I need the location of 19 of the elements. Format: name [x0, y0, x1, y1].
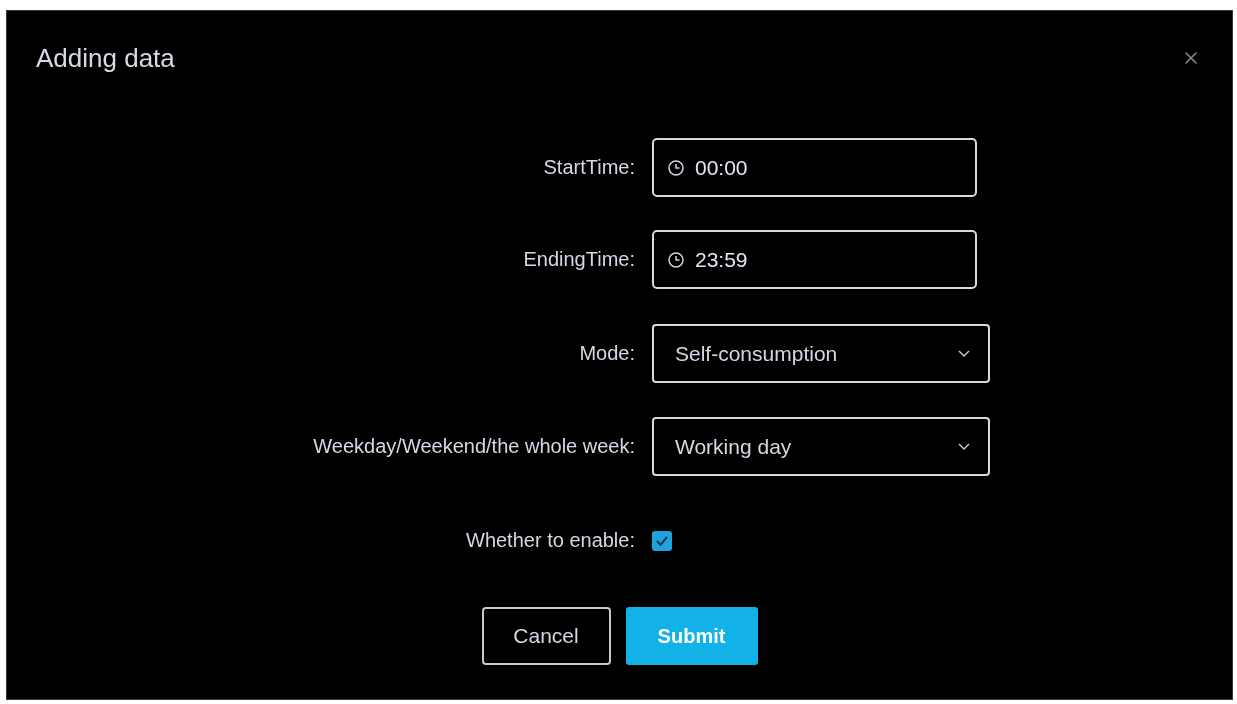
cancel-button[interactable]: Cancel [481, 607, 611, 665]
clock-icon [668, 159, 684, 176]
checkbox[interactable] [652, 531, 672, 551]
field-label: Weekday/Weekend/the whole week: [313, 434, 635, 457]
clock-icon [668, 251, 684, 268]
time-field[interactable]: 23:59 [652, 230, 977, 289]
field-label: Whether to enable: [466, 529, 635, 551]
select-field[interactable]: Working day [652, 417, 990, 476]
chevron-down-icon [958, 350, 970, 357]
select-field[interactable]: Self-consumption [652, 324, 990, 383]
check-icon [656, 536, 668, 546]
close-icon [1185, 52, 1197, 64]
time-field[interactable]: 00:00 [652, 138, 977, 197]
field-label: StartTime: [543, 155, 635, 178]
field-label: EndingTime: [523, 247, 635, 270]
close-button[interactable] [1184, 51, 1198, 65]
field-label: Mode: [579, 341, 635, 364]
dialog-title: Adding data [36, 42, 175, 74]
chevron-down-icon [958, 443, 970, 450]
